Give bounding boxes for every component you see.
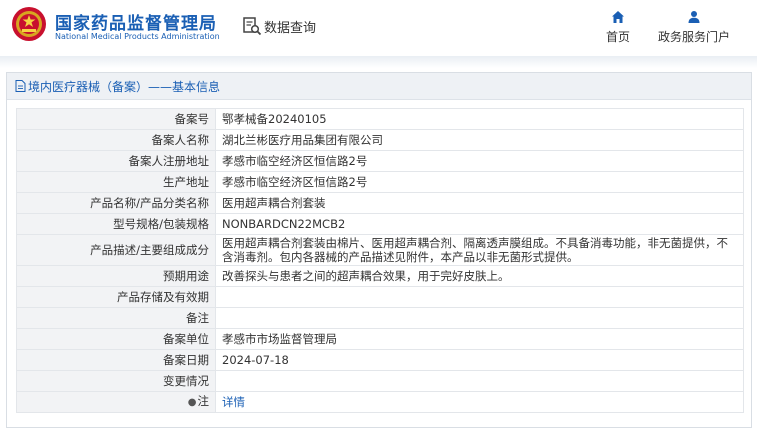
row-label: 备案单位 <box>16 328 216 350</box>
row-value: 改善探头与患者之间的超声耦合效果，用于完好皮肤上。 <box>215 265 744 287</box>
table-row: 备案人注册地址 孝感市临空经济区恒信路2号 <box>16 150 744 172</box>
table-row: ●注 详情 <box>16 391 744 413</box>
row-value: 鄂孝械备20240105 <box>215 108 744 130</box>
home-icon <box>612 11 624 23</box>
record-table: 备案号 鄂孝械备20240105 备案人名称 湖北兰彬医疗用品集团有限公司 备案… <box>16 108 744 413</box>
search-document-icon <box>243 17 262 36</box>
pin-icon: ● <box>187 397 197 408</box>
site-subtitle: National Medical Products Administration <box>55 32 220 41</box>
row-value <box>215 286 744 308</box>
site-title: 国家药品监督管理局 <box>55 14 217 34</box>
row-label: 产品存储及有效期 <box>16 286 216 308</box>
table-row: 生产地址 孝感市临空经济区恒信路2号 <box>16 171 744 193</box>
row-value <box>215 307 744 329</box>
row-label: 产品描述/主要组成成分 <box>16 234 216 266</box>
table-row: 变更情况 <box>16 370 744 392</box>
table-row: 备案人名称 湖北兰彬医疗用品集团有限公司 <box>16 129 744 151</box>
row-label: 备案号 <box>16 108 216 130</box>
row-value: 孝感市临空经济区恒信路2号 <box>215 150 744 172</box>
table-row: 备案单位 孝感市市场监督管理局 <box>16 328 744 350</box>
row-value <box>215 370 744 392</box>
row-label: 备案日期 <box>16 349 216 371</box>
nav-service-portal[interactable]: 政务服务门户 <box>655 10 733 46</box>
row-label: 生产地址 <box>16 171 216 193</box>
row-value: NONBARDCN22MCB2 <box>215 213 744 235</box>
row-value: 孝感市市场监督管理局 <box>215 328 744 350</box>
nav-home-label: 首页 <box>605 30 630 44</box>
row-label: 备案人名称 <box>16 129 216 151</box>
table-row: 备注 <box>16 307 744 329</box>
table-row: 产品描述/主要组成成分 医用超声耦合剂套装由棉片、医用超声耦合剂、隔离透声膜组成… <box>16 234 744 266</box>
row-value: 2024-07-18 <box>215 349 744 371</box>
table-row: 型号规格/包装规格 NONBARDCN22MCB2 <box>16 213 744 235</box>
national-emblem-logo <box>12 7 46 41</box>
site-header: 国家药品监督管理局 National Medical Products Admi… <box>0 0 757 56</box>
document-icon <box>15 80 26 92</box>
table-row: 备案号 鄂孝械备20240105 <box>16 108 744 130</box>
table-row: 产品存储及有效期 <box>16 286 744 308</box>
row-label: 型号规格/包装规格 <box>16 213 216 235</box>
header-divider <box>0 56 757 68</box>
user-icon <box>688 11 700 23</box>
breadcrumb-text: 境内医疗器械（备案）——基本信息 <box>28 79 221 94</box>
row-label: 备注 <box>16 307 216 329</box>
row-value: 医用超声耦合剂套装 <box>215 192 744 214</box>
row-label: 备案人注册地址 <box>16 150 216 172</box>
table-row: 产品名称/产品分类名称 医用超声耦合剂套装 <box>16 192 744 214</box>
note-label-cell: ●注 <box>16 391 216 413</box>
table-row: 备案日期 2024-07-18 <box>16 349 744 371</box>
row-value: 医用超声耦合剂套装由棉片、医用超声耦合剂、隔离透声膜组成。不具备消毒功能，非无菌… <box>215 234 744 266</box>
row-value: 孝感市临空经济区恒信路2号 <box>215 171 744 193</box>
table-row: 预期用途 改善探头与患者之间的超声耦合效果，用于完好皮肤上。 <box>16 265 744 287</box>
details-link[interactable]: 详情 <box>215 391 744 413</box>
record-panel: 境内医疗器械（备案）——基本信息 备案号 鄂孝械备20240105 备案人名称 … <box>6 72 752 428</box>
row-label: 注 <box>197 394 210 408</box>
breadcrumb: 境内医疗器械（备案）——基本信息 <box>7 73 751 100</box>
row-label: 产品名称/产品分类名称 <box>16 192 216 214</box>
row-label: 预期用途 <box>16 265 216 287</box>
data-query-label: 数据查询 <box>264 20 317 36</box>
row-value: 湖北兰彬医疗用品集团有限公司 <box>215 129 744 151</box>
nav-home[interactable]: 首页 <box>600 10 636 46</box>
row-label: 变更情况 <box>16 370 216 392</box>
data-query-link[interactable]: 数据查询 <box>242 15 316 37</box>
nav-portal-label: 政务服务门户 <box>657 30 730 44</box>
